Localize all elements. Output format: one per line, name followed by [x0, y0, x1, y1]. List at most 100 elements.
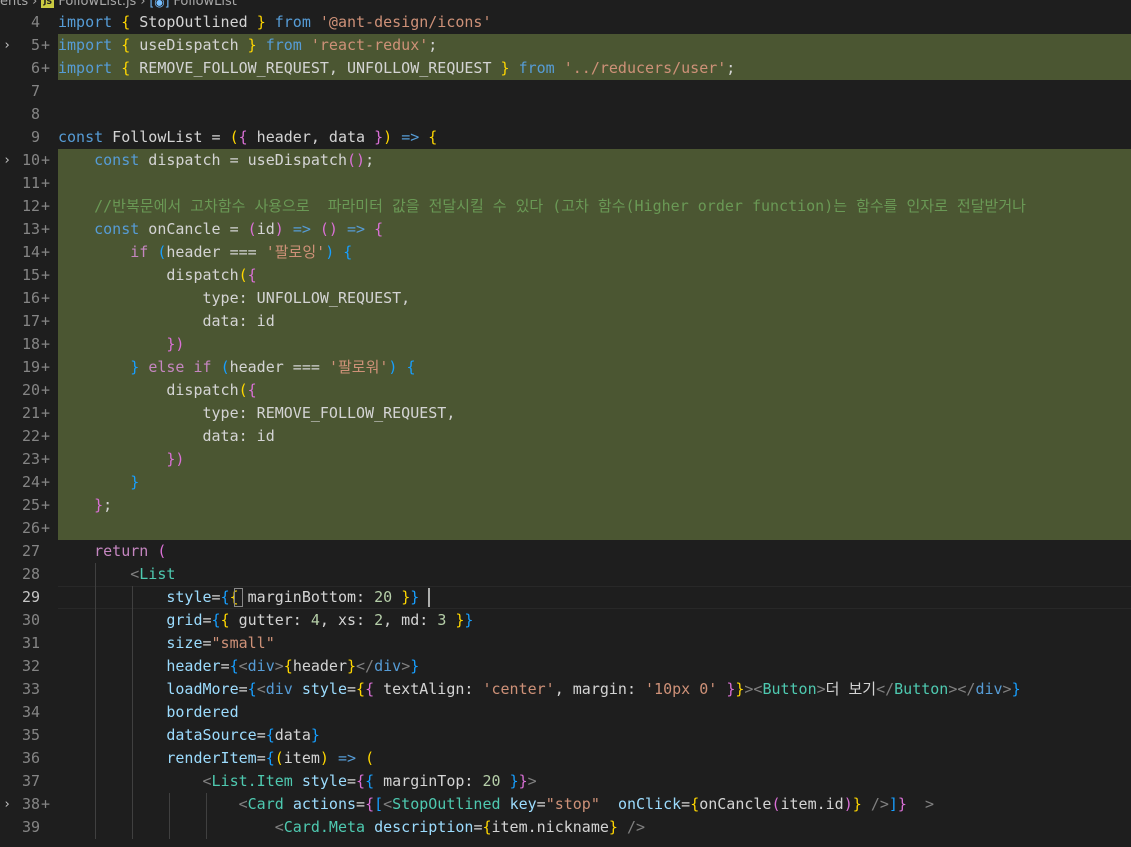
- code-text[interactable]: grid={{ gutter: 4, xs: 2, md: 3 }}: [58, 609, 473, 632]
- code-text[interactable]: }): [58, 448, 184, 471]
- code-line[interactable]: 7: [0, 80, 1131, 103]
- code-line[interactable]: 33 loadMore={<div style={{ textAlign: 'c…: [0, 678, 1131, 701]
- code-text[interactable]: type: REMOVE_FOLLOW_REQUEST,: [58, 402, 455, 425]
- line-number: 28: [21, 565, 40, 583]
- code-line[interactable]: 18 + }): [0, 333, 1131, 356]
- code-line[interactable]: 25 + };: [0, 494, 1131, 517]
- code-line[interactable]: 28 <List: [0, 563, 1131, 586]
- code-text[interactable]: renderItem={(item) => (: [58, 747, 374, 770]
- code-line[interactable]: 37 <List.Item style={{ marginTop: 20 }}>: [0, 770, 1131, 793]
- code-line[interactable]: 19 + } else if (header === '팔로워') {: [0, 356, 1131, 379]
- code-line[interactable]: 22 + data: id: [0, 425, 1131, 448]
- code-line[interactable]: 34 bordered: [0, 701, 1131, 724]
- code-text[interactable]: }): [58, 333, 184, 356]
- code-line[interactable]: 26 +: [0, 517, 1131, 540]
- code-editor[interactable]: 3import { Button, Card, List } from 'ant…: [0, 0, 1131, 847]
- code-token: =>: [401, 128, 420, 146]
- code-text[interactable]: <Card.Meta description={item.nickname} /…: [58, 816, 645, 839]
- code-line[interactable]: 24 + }: [0, 471, 1131, 494]
- code-token: key: [509, 795, 537, 813]
- code-line[interactable]: 6 + import { REMOVE_FOLLOW_REQUEST, UNFOLL…: [0, 57, 1131, 80]
- code-token: Button: [894, 680, 949, 698]
- code-text[interactable]: const FollowList = ({ header, data }) =>…: [58, 126, 437, 149]
- code-line[interactable]: 12 + //반복문에서 고차함수 사용으로 파라미터 값을 전달시킬 수 있다 …: [0, 195, 1131, 218]
- code-token: grid: [166, 611, 203, 629]
- code-token: dataSource: [166, 726, 257, 744]
- code-token: dispatch = useDispatch: [139, 151, 347, 169]
- code-token: gutter:: [229, 611, 311, 629]
- code-text[interactable]: const dispatch = useDispatch();: [58, 149, 374, 172]
- code-token: (): [347, 151, 366, 169]
- code-line[interactable]: 13 + const onCancle = (id) => () => {: [0, 218, 1131, 241]
- code-token: =: [220, 657, 230, 675]
- code-line[interactable]: 31 size="small": [0, 632, 1131, 655]
- code-token: 'react-redux': [310, 36, 429, 54]
- code-text[interactable]: };: [58, 494, 112, 517]
- code-line[interactable]: 36 renderItem={(item) => (: [0, 747, 1131, 770]
- code-line[interactable]: 16 + type: UNFOLLOW_REQUEST,: [0, 287, 1131, 310]
- code-text[interactable]: <Card actions={[<StopOutlined key="stop"…: [58, 793, 934, 816]
- code-line[interactable]: 32 header={<div>{header}</div>}: [0, 655, 1131, 678]
- code-text[interactable]: <List.Item style={{ marginTop: 20 }}>: [58, 770, 537, 793]
- code-text[interactable]: //반복문에서 고차함수 사용으로 파라미터 값을 전달시킬 수 있다 (고차 …: [58, 195, 1026, 218]
- code-token: data: [274, 726, 311, 744]
- code-line[interactable]: 17 + data: id: [0, 310, 1131, 333]
- code-text[interactable]: import { useDispatch } from 'react-redux…: [58, 34, 437, 57]
- code-token: }: [247, 36, 257, 54]
- code-line[interactable]: › 10 + const dispatch = useDispatch();: [0, 149, 1131, 172]
- code-text[interactable]: } else if (header === '팔로워') {: [58, 356, 415, 379]
- code-text[interactable]: data: id: [58, 310, 274, 333]
- breadcrumb-item-symbol[interactable]: FollowList: [173, 0, 237, 9]
- code-text[interactable]: dispatch({: [58, 379, 256, 402]
- code-text[interactable]: }: [58, 471, 139, 494]
- diff-marker: +: [41, 312, 51, 330]
- code-token: style: [301, 772, 347, 790]
- javascript-file-icon: JS: [41, 0, 55, 8]
- code-token: id: [256, 220, 275, 238]
- code-text[interactable]: import { StopOutlined } from '@ant-desig…: [58, 11, 492, 34]
- code-text[interactable]: const onCancle = (id) => () => {: [58, 218, 383, 241]
- code-text[interactable]: type: UNFOLLOW_REQUEST,: [58, 287, 410, 310]
- breadcrumb-item-file[interactable]: FollowList.js: [58, 0, 136, 9]
- code-line[interactable]: 11 +: [0, 172, 1131, 195]
- code-line[interactable]: 15 + dispatch({: [0, 264, 1131, 287]
- code-text[interactable]: dispatch({: [58, 264, 256, 287]
- code-token: import: [58, 36, 113, 54]
- code-line[interactable]: 9 const FollowList = ({ header, data }) =…: [0, 126, 1131, 149]
- code-token: =: [356, 795, 366, 813]
- code-line[interactable]: 20 + dispatch({: [0, 379, 1131, 402]
- code-line[interactable]: 23 + }): [0, 448, 1131, 471]
- code-text[interactable]: return (: [58, 540, 166, 563]
- code-text[interactable]: data: id: [58, 425, 274, 448]
- code-line[interactable]: › 5 + import { useDispatch } from 'react-re…: [0, 34, 1131, 57]
- code-text[interactable]: if (header === '팔로잉') {: [58, 241, 352, 264]
- code-line[interactable]: 21 + type: REMOVE_FOLLOW_REQUEST,: [0, 402, 1131, 425]
- code-token: }): [166, 450, 185, 468]
- code-line[interactable]: 14 + if (header === '팔로잉') {: [0, 241, 1131, 264]
- code-text[interactable]: loadMore={<div style={{ textAlign: 'cent…: [58, 678, 1020, 701]
- line-number: 21: [21, 404, 40, 422]
- code-line[interactable]: 27 return (: [0, 540, 1131, 563]
- breadcrumb-item-folder[interactable]: ents: [0, 0, 28, 9]
- code-text[interactable]: header={<div>{header}</div>}: [58, 655, 419, 678]
- code-line[interactable]: 29 style={{ marginBottom: 20 }}: [0, 586, 1131, 609]
- code-text[interactable]: bordered: [58, 701, 238, 724]
- code-text[interactable]: <List: [58, 563, 175, 586]
- code-line[interactable]: 4 import { StopOutlined } from '@ant-desi…: [0, 11, 1131, 34]
- code-line[interactable]: 8: [0, 103, 1131, 126]
- code-line[interactable]: 30 grid={{ gutter: 4, xs: 2, md: 3 }}: [0, 609, 1131, 632]
- code-text[interactable]: size="small": [58, 632, 274, 655]
- code-text[interactable]: import { REMOVE_FOLLOW_REQUEST, UNFOLLOW…: [58, 57, 735, 80]
- chevron-right-icon: ›: [140, 0, 146, 9]
- code-text[interactable]: dataSource={data}: [58, 724, 320, 747]
- code-line[interactable]: 35 dataSource={data}: [0, 724, 1131, 747]
